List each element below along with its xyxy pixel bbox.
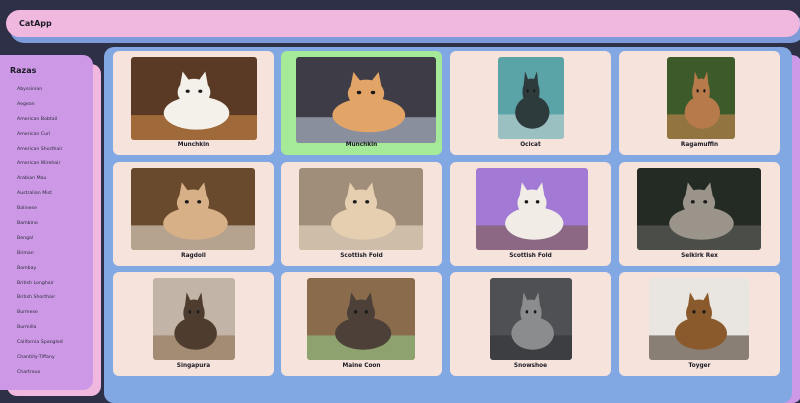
- cat-name: Ocicat: [520, 142, 541, 148]
- breed-item[interactable]: Bombay: [17, 262, 93, 277]
- cat-photo: [296, 57, 436, 143]
- breed-item[interactable]: California Spangled: [17, 336, 93, 351]
- cat-card[interactable]: Toyger: [619, 272, 780, 376]
- breed-sidebar: Razas Abyssinian Aegean American Bobtail Am…: [0, 55, 93, 390]
- cat-card[interactable]: Munchkin: [281, 51, 442, 155]
- breed-item[interactable]: British Shorthair: [17, 291, 93, 306]
- cat-photo: [131, 57, 257, 140]
- breed-item[interactable]: Burmilla: [17, 321, 93, 336]
- breed-item[interactable]: Bengal: [17, 232, 93, 247]
- cat-name: Ragdoll: [181, 253, 206, 259]
- cat-card[interactable]: Ragamuffin: [619, 51, 780, 155]
- cat-name: Ragamuffin: [680, 142, 719, 148]
- breed-item[interactable]: American Shorthair: [17, 143, 93, 158]
- cat-card[interactable]: Singapura: [113, 272, 274, 376]
- cat-photo: [637, 168, 761, 250]
- cat-photo: [490, 278, 572, 360]
- cat-name: Munchkin: [345, 142, 378, 148]
- cat-name: Scottish Fold: [509, 253, 552, 259]
- breed-item[interactable]: American Bobtail: [17, 113, 93, 128]
- app-header: CatApp: [6, 10, 800, 37]
- breed-item[interactable]: Chantilly-Tiffany: [17, 351, 93, 366]
- breed-item[interactable]: Australian Mist: [17, 187, 93, 202]
- breed-item[interactable]: Burmese: [17, 306, 93, 321]
- breed-item[interactable]: American Curl: [17, 128, 93, 143]
- cat-name: Munchkin: [177, 142, 210, 148]
- breed-item[interactable]: Birman: [17, 247, 93, 262]
- breed-item[interactable]: Chartreux: [17, 366, 93, 381]
- cat-photo: [307, 278, 415, 360]
- breed-item[interactable]: Balinese: [17, 202, 93, 217]
- cat-name: Snowshoe: [513, 363, 548, 369]
- breed-item[interactable]: American Wirehair: [17, 157, 93, 172]
- cat-name: Singapura: [176, 363, 211, 369]
- cat-card[interactable]: Ocicat: [450, 51, 611, 155]
- breed-item[interactable]: British Longhair: [17, 277, 93, 292]
- cat-photo: [649, 278, 749, 360]
- cat-name: Selkirk Rex: [681, 253, 718, 259]
- cat-card[interactable]: Ragdoll: [113, 162, 274, 266]
- cat-card[interactable]: Selkirk Rex: [619, 162, 780, 266]
- cat-name: Maine Coon: [342, 363, 381, 369]
- cat-card[interactable]: Scottish Fold: [450, 162, 611, 266]
- cat-grid: Munchkin Munchkin Ocicat Ragamuffin Ragdoll S…: [104, 47, 792, 403]
- breed-item[interactable]: Abyssinian: [17, 83, 93, 98]
- sidebar-title: Razas: [10, 66, 37, 75]
- breed-list: Abyssinian Aegean American Bobtail American…: [10, 83, 93, 381]
- cat-card[interactable]: Snowshoe: [450, 272, 611, 376]
- cat-photo: [498, 57, 564, 139]
- cat-card[interactable]: Munchkin: [113, 51, 274, 155]
- cat-card[interactable]: Maine Coon: [281, 272, 442, 376]
- cat-photo: [667, 57, 735, 139]
- cat-photo: [131, 168, 255, 250]
- breed-item[interactable]: Bambino: [17, 217, 93, 232]
- cat-card[interactable]: Scottish Fold: [281, 162, 442, 266]
- cat-photo: [153, 278, 235, 360]
- cat-photo: [476, 168, 588, 250]
- cat-photo: [299, 168, 423, 250]
- cat-name: Toyger: [688, 363, 711, 369]
- breed-item[interactable]: Aegean: [17, 98, 93, 113]
- breed-item[interactable]: Arabian Mau: [17, 172, 93, 187]
- app-title: CatApp: [19, 19, 52, 28]
- cat-name: Scottish Fold: [340, 253, 383, 259]
